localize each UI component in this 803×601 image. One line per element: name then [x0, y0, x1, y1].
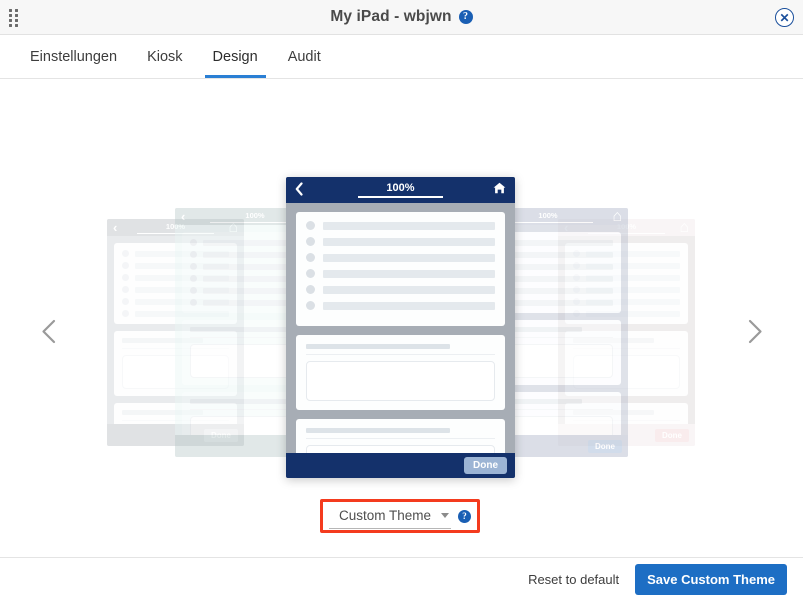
- bullet-icon: [306, 285, 315, 294]
- bullet-icon: [306, 221, 315, 230]
- list-item: [306, 253, 495, 262]
- home-icon: ⌂: [612, 208, 622, 225]
- slide-progress-bar: [358, 196, 443, 198]
- list-item: [306, 269, 495, 278]
- list-item-bar: [323, 237, 495, 246]
- form-label-placeholder: [190, 399, 289, 404]
- slide-header: 100%: [286, 177, 515, 203]
- form-label-placeholder: [306, 344, 450, 349]
- list-item: [306, 221, 495, 230]
- list-item-bar: [323, 221, 495, 230]
- drag-handle-icon[interactable]: [9, 9, 21, 27]
- bullet-icon: [122, 262, 129, 269]
- tab-einstellungen[interactable]: Einstellungen: [18, 35, 129, 78]
- form-label-placeholder: [306, 428, 450, 433]
- list-item: [306, 237, 495, 246]
- tab-design[interactable]: Design: [201, 35, 270, 78]
- list-item: [306, 285, 495, 294]
- list-item-bar: [323, 253, 495, 262]
- theme-select-dropdown[interactable]: Custom Theme: [329, 504, 451, 529]
- theme-help-icon[interactable]: ?: [458, 509, 471, 523]
- slide-back-icon[interactable]: [295, 181, 303, 199]
- chevron-down-icon: [441, 513, 449, 518]
- divider: [306, 354, 495, 355]
- tab-audit[interactable]: Audit: [276, 35, 333, 78]
- bullet-icon: [306, 253, 315, 262]
- theme-selector-highlight: Custom Theme ?: [320, 499, 480, 533]
- tab-bar: Einstellungen Kiosk Design Audit: [0, 35, 803, 79]
- bullet-icon: [122, 310, 129, 317]
- slide-progress-bar: [503, 221, 593, 223]
- bullet-icon: [190, 251, 197, 258]
- bullet-icon: [122, 250, 129, 257]
- chevron-left-icon[interactable]: [33, 313, 63, 349]
- slide-list-card: [296, 212, 505, 326]
- theme-carousel: ‹ 100% ⌂: [0, 79, 803, 478]
- design-content: ‹ 100% ⌂: [0, 79, 803, 601]
- page-title: My iPad - wbjwn ?: [330, 8, 473, 26]
- home-icon: ⌂: [679, 219, 689, 236]
- bullet-icon: [122, 274, 129, 281]
- slide-body: [286, 203, 515, 478]
- close-icon[interactable]: ✕: [775, 8, 794, 27]
- theme-slide-selected[interactable]: 100% Done: [286, 177, 515, 478]
- window-title-text: My iPad - wbjwn: [330, 8, 452, 25]
- list-item-bar: [323, 269, 495, 278]
- tab-kiosk[interactable]: Kiosk: [135, 35, 194, 78]
- bullet-icon: [190, 275, 197, 282]
- slide-footer: Done: [286, 453, 515, 478]
- window-titlebar: My iPad - wbjwn ? ✕: [0, 0, 803, 35]
- bullet-icon: [190, 239, 197, 246]
- bullet-icon: [306, 237, 315, 246]
- bullet-icon: [122, 286, 129, 293]
- bullet-icon: [306, 269, 315, 278]
- divider: [306, 438, 495, 439]
- list-item: [306, 301, 495, 310]
- reset-to-default-link[interactable]: Reset to default: [528, 572, 619, 587]
- slide-done-button: Done: [655, 428, 689, 442]
- list-item-bar: [323, 301, 495, 310]
- home-icon[interactable]: [493, 181, 506, 199]
- list-item-bar: [323, 285, 495, 294]
- bullet-icon: [190, 299, 197, 306]
- bullet-icon: [122, 298, 129, 305]
- slide-done-button[interactable]: Done: [464, 457, 507, 474]
- title-help-icon[interactable]: ?: [458, 10, 473, 24]
- save-custom-theme-button[interactable]: Save Custom Theme: [635, 564, 787, 595]
- slide-back-icon: ‹: [113, 220, 118, 235]
- action-bar: Reset to default Save Custom Theme: [0, 557, 803, 601]
- bullet-icon: [190, 287, 197, 294]
- slide-form-card: [296, 335, 505, 410]
- bullet-icon: [190, 263, 197, 270]
- chevron-right-icon[interactable]: [740, 313, 770, 349]
- form-input-placeholder: [306, 361, 495, 401]
- slide-back-icon: ‹: [181, 209, 186, 224]
- bullet-icon: [306, 301, 315, 310]
- slide-zoom-label: 100%: [386, 182, 415, 194]
- form-label-placeholder: [190, 327, 289, 332]
- slide-done-button: Done: [588, 439, 622, 453]
- theme-select-value: Custom Theme: [339, 508, 432, 523]
